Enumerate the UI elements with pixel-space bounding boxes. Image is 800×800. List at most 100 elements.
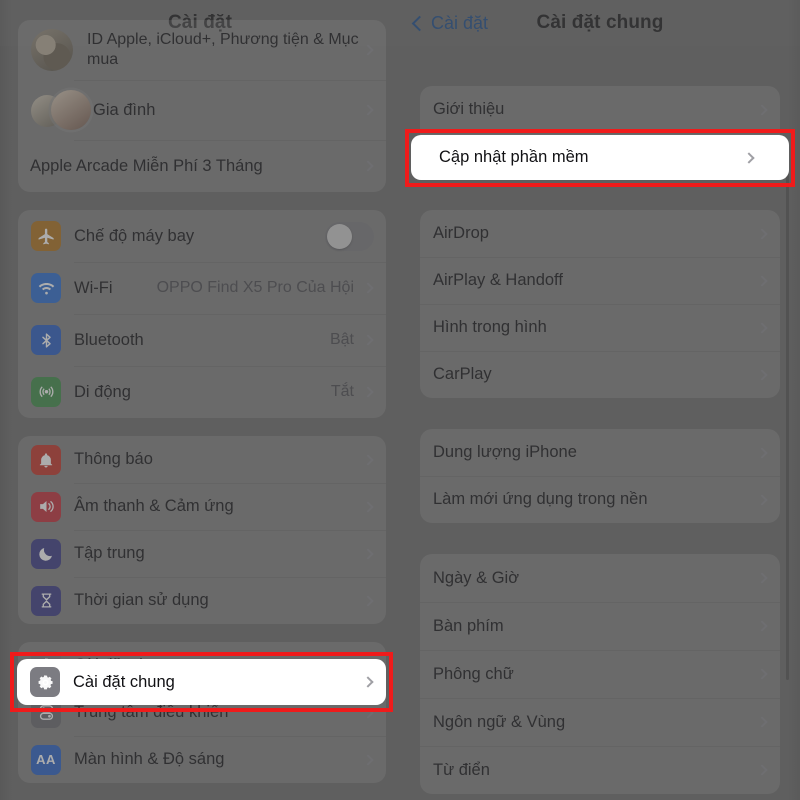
- chevron-left-icon: [411, 15, 428, 31]
- row-iphone-storage[interactable]: Dung lượng iPhone: [420, 429, 780, 476]
- connectivity-group: Chế độ máy bay Wi-Fi OPPO Find X5 Pro Củ…: [18, 210, 386, 418]
- speaker-icon: [31, 491, 61, 522]
- row-notifications[interactable]: Thông báo: [18, 436, 386, 483]
- row-picture-in-picture[interactable]: Hình trong hình: [420, 304, 780, 351]
- highlight-row-general-settings[interactable]: Cài đặt chung: [17, 659, 386, 705]
- chevron-right-icon: [362, 676, 374, 688]
- row-cellular[interactable]: Di động Tắt: [18, 366, 386, 418]
- row-value-bluetooth: Bật: [329, 331, 354, 348]
- row-wifi[interactable]: Wi-Fi OPPO Find X5 Pro Của Hội: [18, 262, 386, 314]
- right-panel-scrollbar[interactable]: [786, 160, 789, 680]
- right-scroll-body[interactable]: Giới thiệu Cập nhật phần mềm AirDrop Air…: [400, 86, 800, 800]
- row-label-apple-id: ID Apple, iCloud+, Phương tiện & Mục mua: [87, 31, 359, 68]
- chevron-right-icon: [756, 764, 768, 776]
- wifi-icon: [31, 273, 61, 303]
- notifications-group: Thông báo Âm thanh & Cảm ứng Tập trung T…: [18, 436, 386, 624]
- row-label-language-region: Ngôn ngữ & Vùng: [433, 712, 566, 731]
- chevron-right-icon: [756, 321, 768, 334]
- row-label-background-app-refresh: Làm mới ứng dụng trong nền: [433, 490, 648, 508]
- row-apple-arcade[interactable]: Apple Arcade Miễn Phí 3 Tháng: [18, 140, 386, 192]
- chevron-right-icon: [743, 151, 755, 164]
- chevron-right-icon: [756, 227, 768, 240]
- row-label-keyboard: Bàn phím: [433, 616, 504, 635]
- row-label-airplane-mode: Chế độ máy bay: [74, 226, 195, 245]
- row-screen-time[interactable]: Thời gian sử dụng: [18, 577, 386, 624]
- row-sounds-haptics[interactable]: Âm thanh & Cảm ứng: [18, 483, 386, 530]
- chevron-right-icon: [756, 446, 768, 459]
- row-background-app-refresh[interactable]: Làm mới ứng dụng trong nền: [420, 476, 780, 523]
- screenshot-root: Cài đặt ID Apple, iCloud+, Phương tiện &…: [0, 0, 800, 800]
- bell-icon: [31, 444, 61, 475]
- cellular-icon: [31, 377, 61, 407]
- back-button-label: Cài đặt: [431, 12, 489, 33]
- row-date-time[interactable]: Ngày & Giờ: [420, 554, 780, 602]
- row-label-airplay-handoff: AirPlay & Handoff: [433, 271, 563, 289]
- highlight-label-general-settings: Cài đặt chung: [73, 672, 175, 691]
- gear-icon: [30, 667, 60, 697]
- row-label-fonts: Phông chữ: [433, 664, 514, 683]
- row-family[interactable]: Gia đình: [18, 80, 386, 140]
- back-button[interactable]: Cài đặt: [411, 12, 489, 34]
- row-label-bluetooth: Bluetooth: [74, 330, 144, 349]
- row-label-screen-time: Thời gian sử dụng: [74, 591, 209, 609]
- row-label-focus: Tập trung: [74, 544, 145, 562]
- row-label-iphone-storage: Dung lượng iPhone: [433, 443, 577, 461]
- account-group: ID Apple, iCloud+, Phương tiện & Mục mua…: [18, 20, 386, 192]
- chevron-right-icon: [756, 668, 768, 680]
- row-keyboard[interactable]: Bàn phím: [420, 602, 780, 650]
- airplane-icon: [31, 221, 61, 251]
- row-airdrop[interactable]: AirDrop: [420, 210, 780, 257]
- row-label-wifi: Wi-Fi: [74, 278, 113, 297]
- row-carplay[interactable]: CarPlay: [420, 351, 780, 398]
- chevron-right-icon: [362, 453, 374, 466]
- chevron-right-icon: [362, 500, 374, 513]
- row-apple-id[interactable]: ID Apple, iCloud+, Phương tiện & Mục mua: [18, 20, 386, 80]
- chevron-right-icon: [362, 104, 374, 116]
- chevron-right-icon: [362, 547, 374, 560]
- row-focus[interactable]: Tập trung: [18, 530, 386, 577]
- chevron-right-icon: [756, 716, 768, 728]
- bluetooth-icon: [31, 325, 61, 355]
- chevron-right-icon: [362, 753, 374, 766]
- chevron-right-icon: [756, 620, 768, 632]
- chevron-right-icon: [362, 334, 374, 346]
- display-aa-icon: AA: [31, 744, 61, 775]
- row-language-region[interactable]: Ngôn ngữ & Vùng: [420, 698, 780, 746]
- chevron-right-icon: [756, 274, 768, 287]
- row-label-display-brightness: Màn hình & Độ sáng: [74, 750, 225, 768]
- chevron-right-icon: [362, 160, 374, 172]
- locale-group: Ngày & Giờ Bàn phím Phông chữ Ngôn ngữ &…: [420, 554, 780, 794]
- row-bluetooth[interactable]: Bluetooth Bật: [18, 314, 386, 366]
- row-label-picture-in-picture: Hình trong hình: [433, 318, 547, 336]
- row-label-family: Gia đình: [93, 100, 156, 119]
- row-display-brightness[interactable]: AA Màn hình & Độ sáng: [18, 736, 386, 783]
- row-label-carplay: CarPlay: [433, 365, 492, 383]
- chevron-right-icon: [756, 572, 768, 584]
- row-label-date-time: Ngày & Giờ: [433, 568, 520, 587]
- row-label-about: Giới thiệu: [433, 100, 505, 118]
- chevron-right-icon: [756, 103, 768, 116]
- row-value-cellular: Tắt: [330, 383, 354, 400]
- highlight-label-software-update: Cập nhật phần mềm: [439, 148, 589, 166]
- moon-icon: [31, 538, 61, 569]
- row-about[interactable]: Giới thiệu: [420, 86, 780, 133]
- row-airplane-mode[interactable]: Chế độ máy bay: [18, 210, 386, 262]
- row-label-dictionary: Từ điển: [433, 760, 490, 779]
- highlight-row-software-update[interactable]: Cập nhật phần mềm: [411, 135, 789, 180]
- chevron-right-icon: [362, 282, 374, 294]
- row-airplay-handoff[interactable]: AirPlay & Handoff: [420, 257, 780, 304]
- chevron-right-icon: [756, 493, 768, 506]
- general-settings-panel: Cài đặt Cài đặt chung Giới thiệu Cập nhậ…: [400, 0, 800, 800]
- hourglass-icon: [31, 585, 61, 616]
- chevron-right-icon: [362, 386, 374, 398]
- row-label-apple-arcade: Apple Arcade Miễn Phí 3 Tháng: [30, 156, 263, 175]
- row-dictionary[interactable]: Từ điển: [420, 746, 780, 794]
- airplane-mode-toggle[interactable]: [325, 221, 374, 251]
- storage-group: Dung lượng iPhone Làm mới ứng dụng trong…: [420, 429, 780, 523]
- row-value-wifi: OPPO Find X5 Pro Của Hội: [156, 279, 354, 296]
- chevron-right-icon: [756, 368, 768, 381]
- row-fonts[interactable]: Phông chữ: [420, 650, 780, 698]
- chevron-right-icon: [362, 594, 374, 607]
- row-label-notifications: Thông báo: [74, 450, 153, 468]
- family-avatars: [31, 89, 91, 131]
